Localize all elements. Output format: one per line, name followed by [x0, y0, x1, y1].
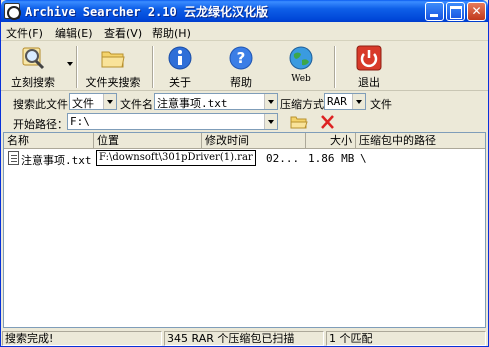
exit-label: 退出 — [358, 76, 380, 89]
column-name[interactable]: 名称 — [4, 133, 94, 149]
text-file-icon — [8, 151, 19, 165]
search-now-button[interactable]: 立刻搜索 — [1, 44, 65, 90]
column-archive-path[interactable]: 压缩包中的路径 — [356, 133, 485, 149]
help-label: 帮助 — [230, 76, 252, 89]
delete-x-icon — [321, 115, 334, 129]
toolbar-separator — [152, 46, 154, 88]
cell-size: 1.86 MB — [308, 152, 354, 165]
folder-search-label: 文件夹搜索 — [85, 76, 141, 89]
close-button[interactable] — [467, 2, 486, 21]
menu-help[interactable]: 帮助(H) — [152, 25, 191, 41]
search-options-row: 搜索此文件 文件 文件名 注意事项.txt 压缩方式 RAR 文件 — [1, 92, 488, 112]
title-bar[interactable]: Archive Searcher 2.10 云龙绿化汉化版 — [1, 0, 488, 22]
start-path-row: 开始路径： F:\ — [1, 112, 488, 132]
file-suffix-label: 文件 — [370, 98, 392, 111]
results-list[interactable]: 名称 位置 修改时间 大小 压缩包中的路径 注意事项.txt 02... 1.8… — [3, 132, 486, 328]
list-header: 名称 位置 修改时间 大小 压缩包中的路径 — [4, 133, 485, 149]
status-middle: 345 RAR 个压缩包已扫描 — [164, 331, 324, 346]
start-path-label: 开始路径： — [13, 118, 68, 131]
compression-select[interactable]: RAR — [324, 93, 366, 110]
chevron-down-icon[interactable] — [103, 94, 116, 109]
column-location[interactable]: 位置 — [94, 133, 202, 149]
start-path-combo[interactable]: F:\ — [67, 113, 278, 130]
chevron-down-icon[interactable] — [264, 114, 277, 129]
compression-label: 压缩方式 — [280, 98, 324, 111]
status-left: 搜索完成! — [2, 331, 162, 346]
filename-label: 文件名 — [120, 98, 153, 111]
browse-folder-button[interactable] — [288, 113, 310, 131]
location-tooltip: F:\downsoft\301pDriver(1).rar — [96, 150, 256, 166]
column-modified[interactable]: 修改时间 — [202, 133, 306, 149]
column-size[interactable]: 大小 — [306, 133, 356, 149]
cell-name: 注意事项.txt — [21, 154, 92, 167]
clear-button[interactable] — [317, 113, 339, 131]
status-right: 1 个匹配 — [326, 331, 486, 346]
search-in-label: 搜索此文件 — [13, 98, 68, 111]
folder-icon — [101, 51, 125, 68]
help-icon: ? — [229, 46, 253, 70]
search-now-label: 立刻搜索 — [11, 76, 55, 89]
power-icon — [356, 45, 382, 71]
search-icon — [22, 47, 45, 70]
web-label: Web — [291, 74, 311, 84]
menu-file[interactable]: 文件(F) — [6, 25, 43, 41]
search-in-select[interactable]: 文件 — [69, 93, 117, 110]
menu-view[interactable]: 查看(V) — [104, 25, 142, 41]
info-icon — [168, 46, 192, 70]
filename-combo[interactable]: 注意事项.txt — [154, 93, 278, 110]
menu-bar: 文件(F) 编辑(E) 查看(V) 帮助(H) — [1, 22, 488, 41]
status-bar: 搜索完成! 345 RAR 个压缩包已扫描 1 个匹配 — [1, 330, 488, 346]
svg-text:?: ? — [237, 49, 246, 67]
help-button[interactable]: ? 帮助 — [219, 44, 263, 90]
app-icon[interactable] — [4, 3, 21, 20]
exit-button[interactable]: 退出 — [347, 44, 391, 90]
window-title: Archive Searcher 2.10 云龙绿化汉化版 — [25, 5, 268, 19]
chevron-down-icon[interactable] — [264, 94, 277, 109]
maximize-button[interactable] — [446, 2, 465, 21]
toolbar-separator — [76, 46, 78, 88]
toolbar-separator — [334, 46, 336, 88]
cell-archive-path: \ — [360, 152, 367, 165]
toolbar: 立刻搜索 文件夹搜索 关于 ? 帮助 Web 退出 — [1, 42, 488, 91]
folder-search-button[interactable]: 文件夹搜索 — [81, 44, 145, 90]
menu-edit[interactable]: 编辑(E) — [55, 25, 93, 41]
globe-icon — [289, 46, 313, 70]
chevron-down-icon[interactable] — [67, 62, 73, 66]
minimize-button[interactable] — [425, 2, 444, 21]
about-button[interactable]: 关于 — [158, 44, 202, 90]
cell-modified: 02... — [266, 152, 300, 165]
web-button[interactable]: Web — [279, 44, 323, 90]
folder-open-icon — [290, 116, 308, 129]
app-window: Archive Searcher 2.10 云龙绿化汉化版 文件(F) 编辑(E… — [0, 0, 489, 347]
about-label: 关于 — [169, 76, 191, 89]
chevron-down-icon[interactable] — [352, 94, 365, 109]
